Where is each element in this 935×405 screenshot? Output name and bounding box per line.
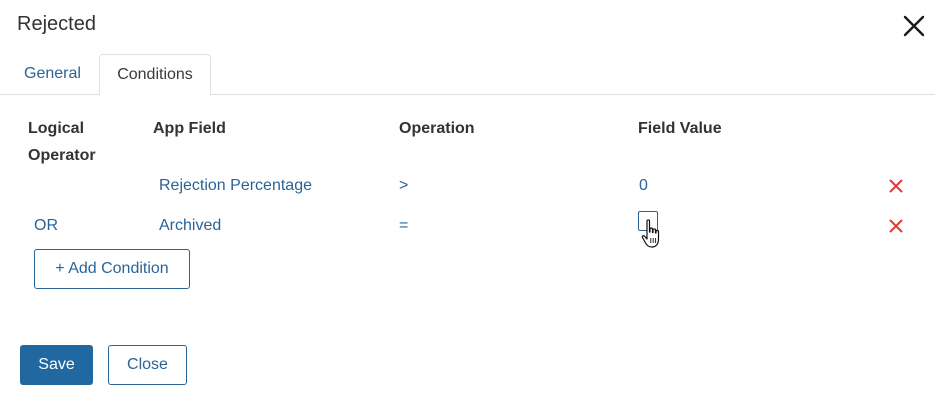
header-app-field: App Field: [153, 120, 226, 137]
tab-conditions[interactable]: Conditions: [99, 54, 211, 96]
row2-field-value-checkbox[interactable]: [638, 211, 658, 231]
close-icon[interactable]: [901, 13, 927, 39]
row1-operation[interactable]: >: [399, 176, 408, 196]
row1-field-value[interactable]: 0: [639, 176, 648, 196]
add-condition-button[interactable]: + Add Condition: [34, 249, 190, 289]
row2-operation[interactable]: =: [399, 216, 408, 236]
row1-app-field[interactable]: Rejection Percentage: [159, 176, 312, 196]
save-button[interactable]: Save: [20, 345, 93, 385]
header-logical-operator: Logical Operator: [28, 120, 96, 164]
dialog-title: Rejected: [17, 13, 96, 35]
header-operation: Operation: [399, 120, 475, 137]
header-field-value: Field Value: [638, 120, 722, 137]
row2-logical-operator[interactable]: OR: [34, 216, 58, 236]
close-button[interactable]: Close: [108, 345, 187, 385]
delete-icon[interactable]: [889, 179, 903, 193]
row2-app-field[interactable]: Archived: [159, 216, 221, 236]
tab-bar: General Conditions: [0, 54, 935, 96]
tab-general[interactable]: General: [24, 54, 81, 95]
delete-icon[interactable]: [889, 219, 903, 233]
